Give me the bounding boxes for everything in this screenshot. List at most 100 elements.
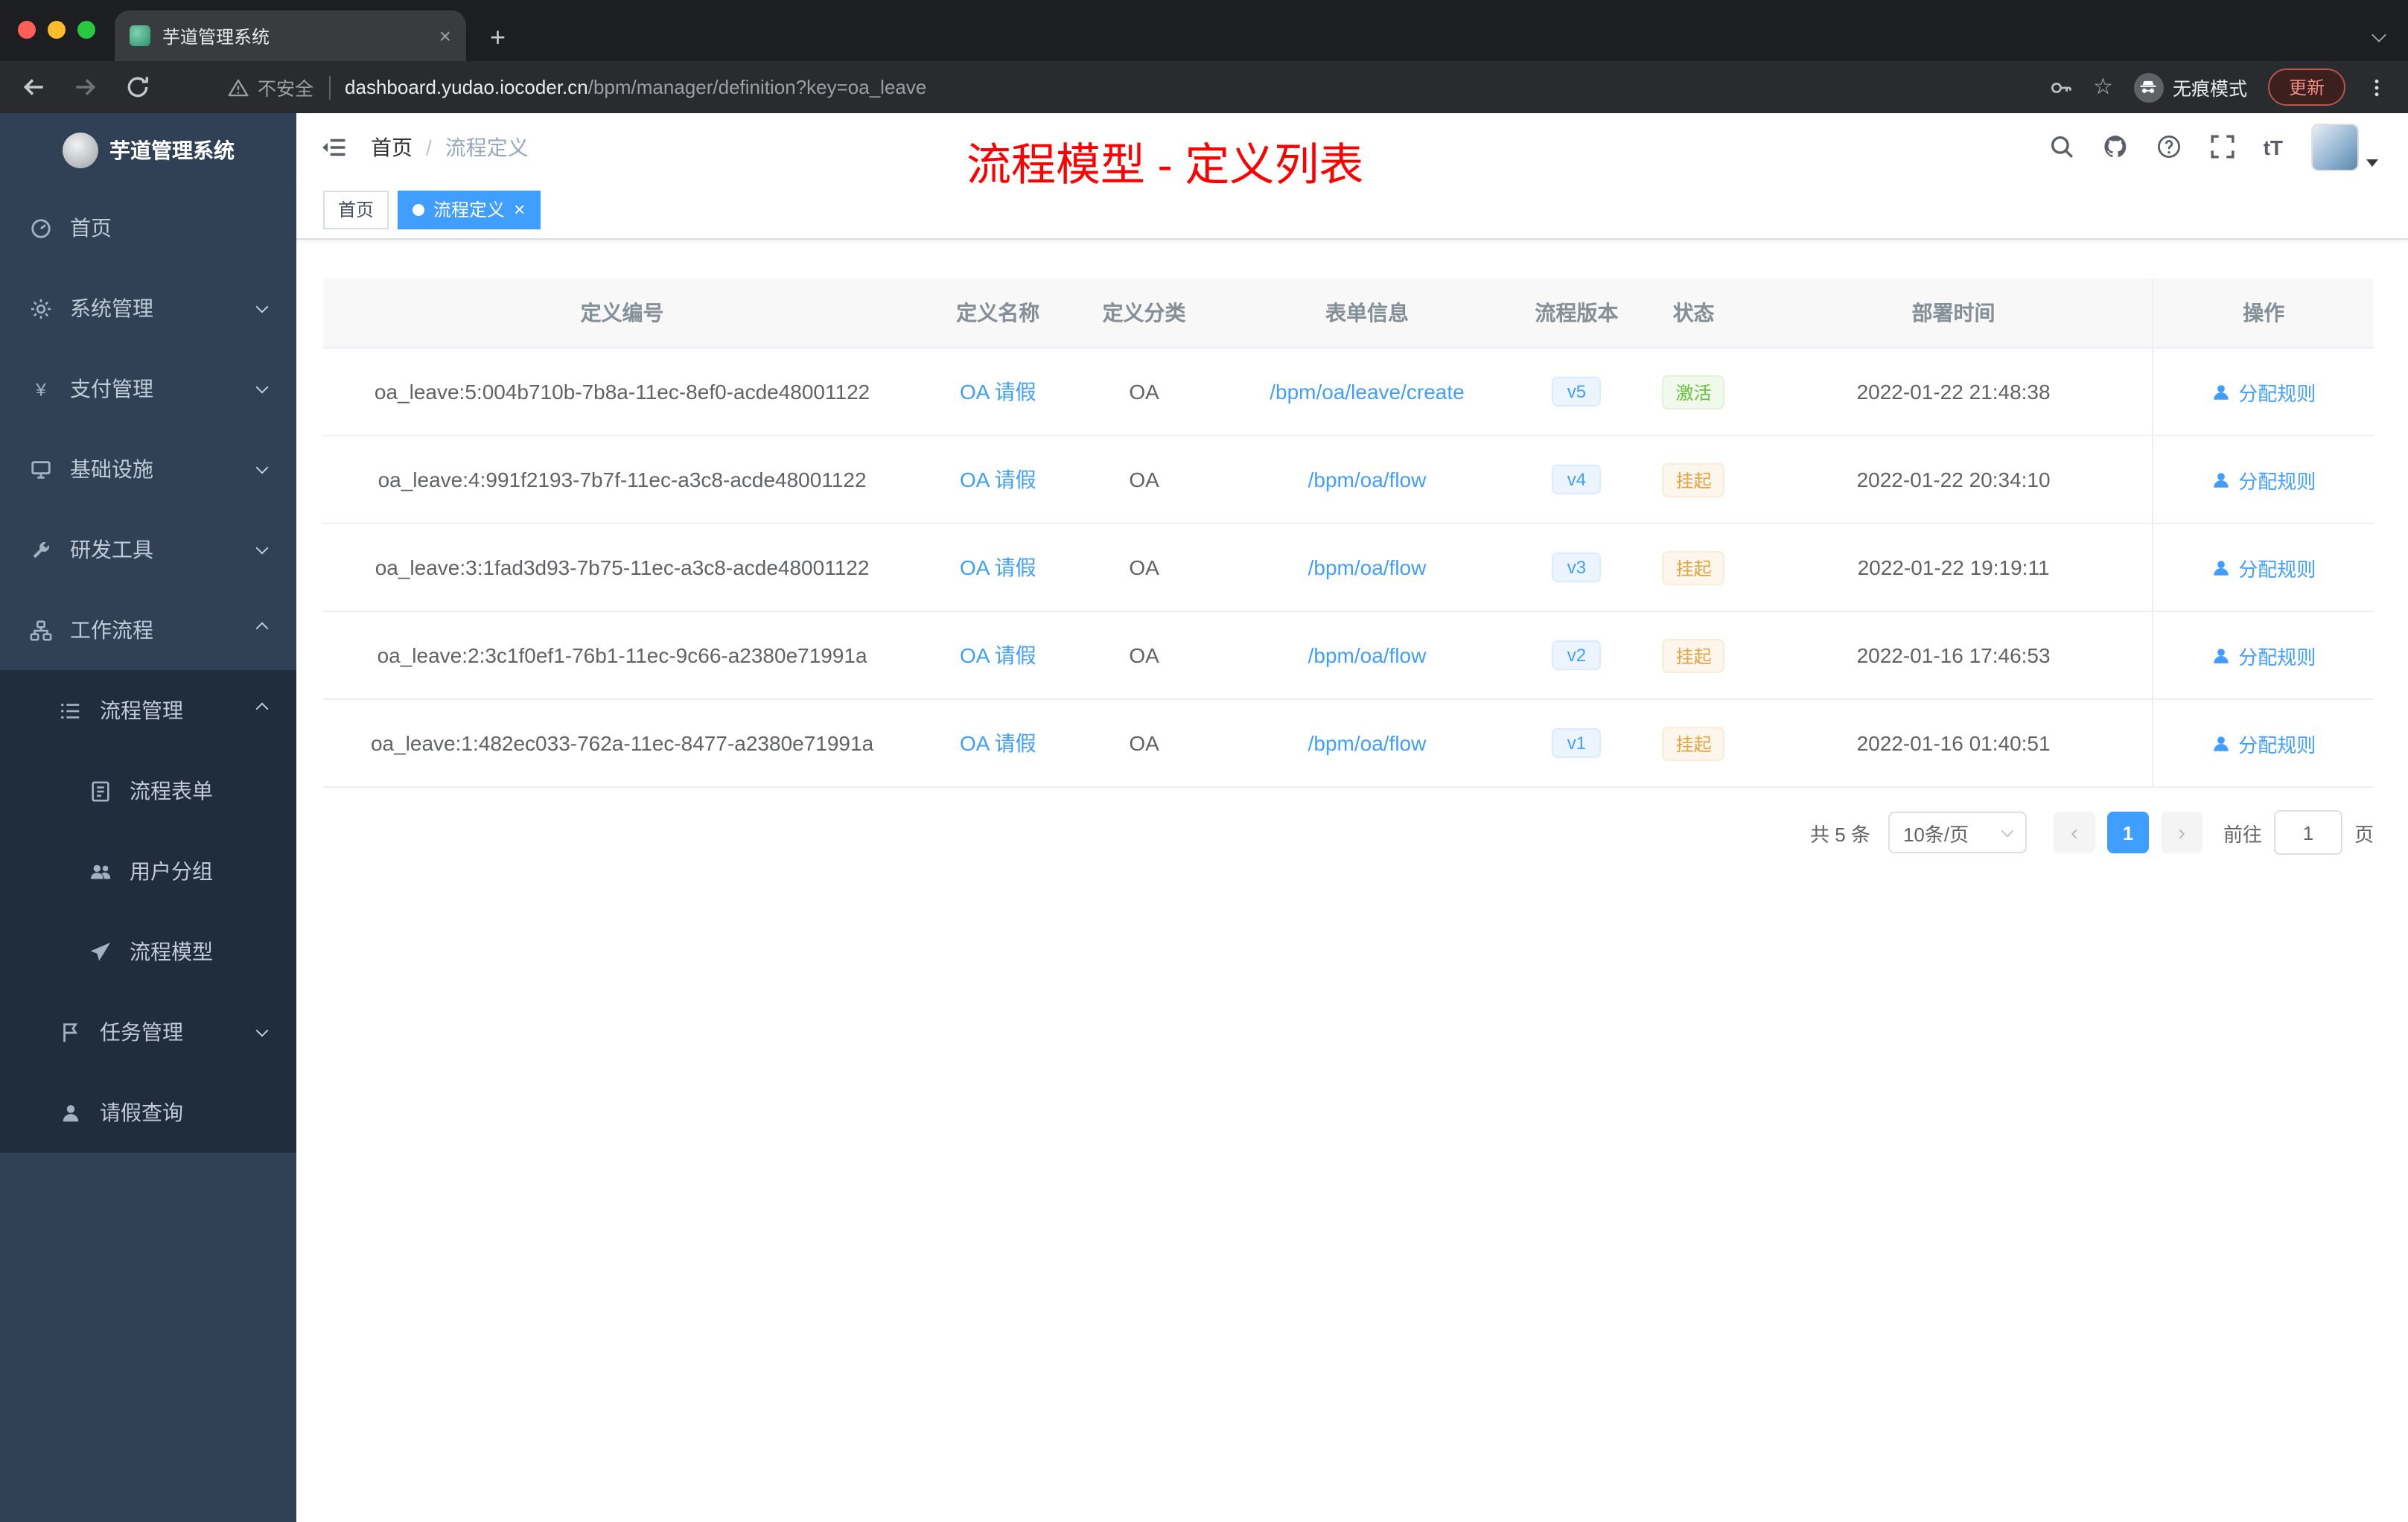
reload-icon[interactable]: [125, 74, 150, 100]
font-size-icon[interactable]: tT: [2264, 135, 2283, 159]
sidebar-toggle-icon[interactable]: [320, 133, 347, 160]
monitor-icon: [30, 458, 52, 480]
sidebar-menu: 首页 系统管理 ¥ 支付管理 基础设施 研发工具 工作流程 流程管理 流程表单 …: [0, 188, 296, 1153]
table-header-row: 定义编号 定义名称 定义分类 表单信息 流程版本 状态 部署时间 操作: [323, 278, 2374, 348]
page-size-select[interactable]: 10条/页: [1888, 812, 2027, 853]
chevron-down-icon: [255, 1024, 269, 1037]
not-secure-warning-icon: [228, 78, 249, 96]
sidebar-item-system-mgmt[interactable]: 系统管理: [0, 268, 296, 348]
status-badge: 挂起: [1662, 462, 1725, 497]
app-logo-row[interactable]: 芋道管理系统: [0, 113, 296, 188]
assign-rule-link[interactable]: 分配规则: [2211, 641, 2316, 669]
definition-id: oa_leave:1:482ec033-762a-11ec-8477-a2380…: [323, 699, 922, 788]
assign-rule-link[interactable]: 分配规则: [2211, 553, 2316, 582]
definition-name-link[interactable]: OA 请假: [960, 468, 1036, 491]
page-size-value: 10条/页: [1902, 823, 1969, 845]
user-menu[interactable]: [2311, 123, 2378, 171]
user-icon: [2214, 384, 2229, 399]
zoom-window-button[interactable]: [77, 21, 95, 39]
new-tab-button[interactable]: +: [490, 24, 506, 51]
chevron-down-icon: [2001, 824, 2014, 837]
sidebar-item-infrastructure[interactable]: 基础设施: [0, 429, 296, 509]
prev-page-button[interactable]: ‹: [2053, 812, 2095, 853]
sidebar-item-dev-tools[interactable]: 研发工具: [0, 509, 296, 590]
goto-page-input[interactable]: [2273, 810, 2342, 855]
deploy-time: 2022-01-22 19:19:11: [1754, 523, 2153, 612]
form-info-link[interactable]: /bpm/oa/flow: [1308, 643, 1427, 667]
content-area: 定义编号 定义名称 定义分类 表单信息 流程版本 状态 部署时间 操作 oa_leave:5:…: [296, 240, 2408, 855]
user-icon: [2214, 736, 2229, 751]
close-window-button[interactable]: [18, 21, 36, 39]
users-icon: [89, 860, 112, 882]
sidebar-item-process-mgmt[interactable]: 流程管理: [0, 670, 296, 751]
list-icon: [60, 699, 82, 722]
chrome-update-button[interactable]: 更新: [2267, 69, 2345, 106]
url-host: dashboard.yudao.iocoder.cn: [345, 76, 588, 98]
view-tag-流程定义[interactable]: 流程定义 ×: [398, 190, 541, 229]
docs-question-icon[interactable]: [2156, 134, 2182, 159]
breadcrumb: 首页 / 流程定义: [371, 132, 529, 162]
sidebar-item-payment-mgmt[interactable]: ¥ 支付管理: [0, 348, 296, 429]
sidebar-item-leave-query[interactable]: 请假查询: [0, 1072, 296, 1153]
minimize-window-button[interactable]: [48, 21, 66, 39]
sidebar-item-user-group[interactable]: 用户分组: [0, 831, 296, 911]
assign-rule-link[interactable]: 分配规则: [2211, 729, 2316, 757]
definition-name-link[interactable]: OA 请假: [960, 643, 1036, 667]
breadcrumb-home[interactable]: 首页: [371, 132, 413, 162]
url-text[interactable]: dashboard.yudao.iocoder.cn/bpm/manager/d…: [345, 76, 926, 98]
assign-rule-link[interactable]: 分配规则: [2211, 378, 2316, 406]
column-header: 部署时间: [1754, 278, 2153, 348]
sidebar-item-process-form[interactable]: 流程表单: [0, 751, 296, 831]
bookmark-star-icon[interactable]: ☆: [2093, 76, 2113, 98]
main-panel: 首页 / 流程定义 tT 流程模型 - 定义列表 首页 流程定义 × 定义编号 …: [296, 113, 2408, 1522]
tag-close-icon[interactable]: ×: [514, 200, 525, 219]
pagination: 共 5 条 10条/页 ‹ 1 › 前往 页: [323, 810, 2374, 855]
fullscreen-icon[interactable]: [2210, 134, 2235, 159]
chevron-up-icon: [255, 702, 269, 716]
forward-icon[interactable]: [73, 74, 98, 100]
browser-tab[interactable]: 芋道管理系统 ×: [115, 10, 466, 61]
form-info-link[interactable]: /bpm/oa/flow: [1308, 468, 1427, 491]
definition-category: OA: [1074, 436, 1214, 524]
table-row: oa_leave:3:1fad3d93-7b75-11ec-a3c8-acde4…: [323, 523, 2374, 612]
sidebar-item-workflow[interactable]: 工作流程: [0, 590, 296, 670]
column-header: 操作: [2152, 278, 2374, 348]
pagination-total: 共 5 条: [1810, 823, 1870, 845]
yen-icon: ¥: [30, 378, 52, 400]
tab-close-icon[interactable]: ×: [439, 24, 451, 48]
github-icon[interactable]: [2103, 134, 2128, 159]
table-row: oa_leave:5:004b710b-7b8a-11ec-8ef0-acde4…: [323, 348, 2374, 436]
next-page-button[interactable]: ›: [2160, 812, 2202, 853]
toolbar-right: ☆ 无痕模式 更新: [2048, 69, 2387, 106]
form-info-link[interactable]: /bpm/oa/flow: [1308, 555, 1427, 579]
view-tag-首页[interactable]: 首页 ×: [323, 190, 389, 229]
table-row: oa_leave:4:991f2193-7b7f-11ec-a3c8-acde4…: [323, 436, 2374, 524]
back-icon[interactable]: [21, 74, 46, 100]
definition-category: OA: [1074, 699, 1214, 788]
avatar[interactable]: [2311, 123, 2359, 171]
security-label[interactable]: 不安全: [258, 73, 313, 101]
version-badge: v2: [1552, 640, 1602, 670]
current-page-button[interactable]: 1: [2106, 812, 2149, 853]
form-info-link[interactable]: /bpm/oa/flow: [1308, 731, 1427, 755]
search-icon[interactable]: [2049, 134, 2074, 159]
annotation-title: 流程模型 - 定义列表: [966, 141, 1364, 191]
form-info-link[interactable]: /bpm/oa/leave/create: [1270, 380, 1465, 404]
sidebar-item-task-mgmt[interactable]: 任务管理: [0, 992, 296, 1072]
definition-name-link[interactable]: OA 请假: [960, 555, 1036, 579]
tab-search-chevron-icon[interactable]: [2372, 28, 2386, 42]
app-logo: [62, 133, 98, 168]
definition-name-link[interactable]: OA 请假: [960, 731, 1036, 755]
navbar-actions: tT: [2049, 123, 2378, 171]
breadcrumb-separator: /: [426, 135, 432, 159]
definition-name-link[interactable]: OA 请假: [960, 380, 1036, 404]
sidebar-item-home[interactable]: 首页: [0, 188, 296, 268]
sidebar-item-process-model[interactable]: 流程模型: [0, 911, 296, 992]
address-bar[interactable]: 不安全 dashboard.yudao.iocoder.cn/bpm/manag…: [228, 73, 2030, 101]
incognito-icon: [2133, 72, 2164, 102]
password-key-icon[interactable]: [2048, 75, 2072, 99]
url-path: /bpm/manager/definition?key=oa_leave: [587, 76, 927, 98]
assign-rule-link[interactable]: 分配规则: [2211, 465, 2316, 494]
browser-menu-icon[interactable]: [2366, 75, 2387, 99]
user-icon: [2214, 648, 2229, 663]
